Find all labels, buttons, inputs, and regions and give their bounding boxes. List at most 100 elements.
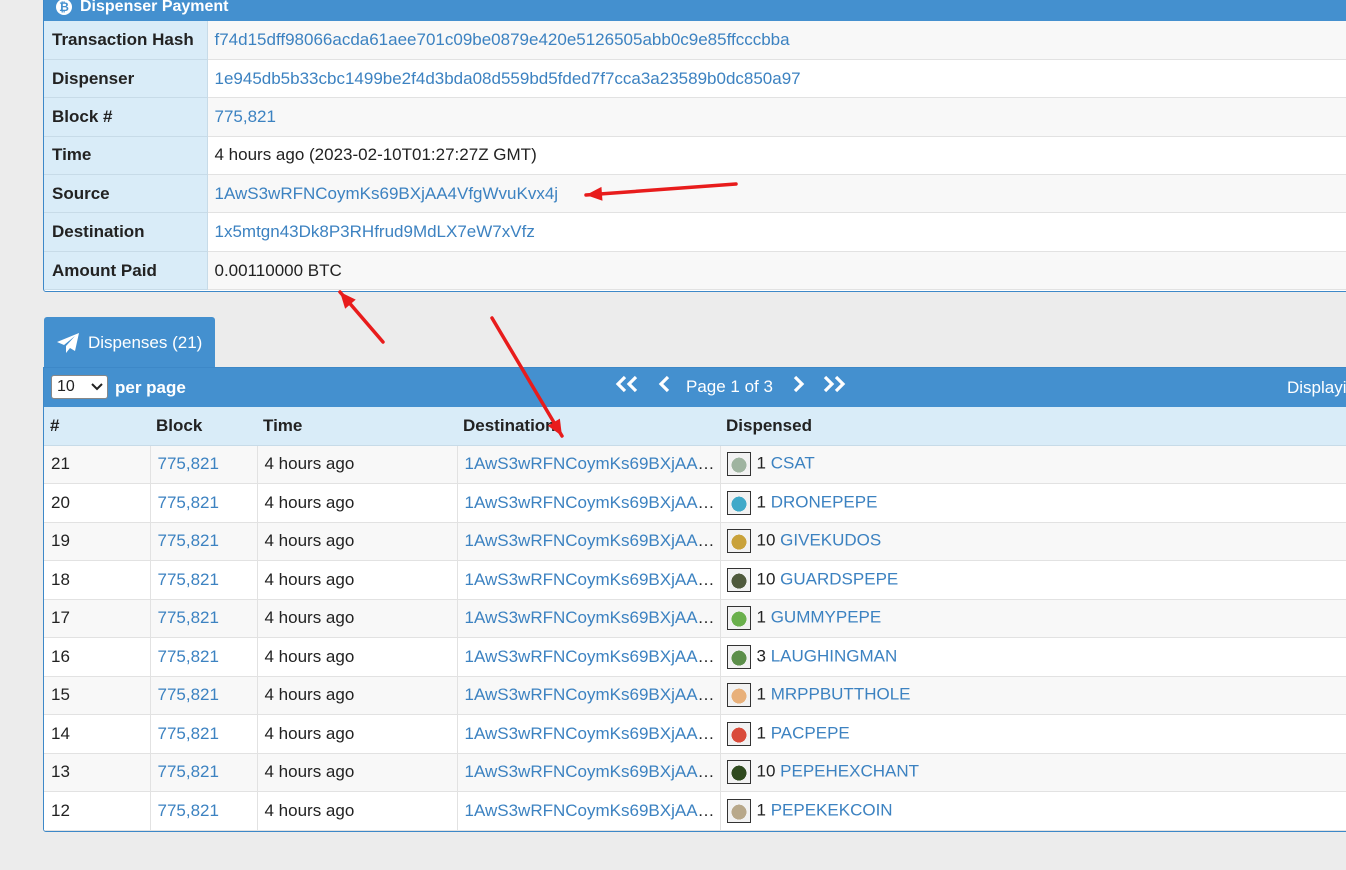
asset-image-icon[interactable] — [726, 798, 751, 823]
row-number: 14 — [51, 723, 70, 743]
dispensed-cell: 1 PACPEPE — [720, 714, 1346, 754]
next-page-button[interactable] — [793, 375, 805, 399]
asset-link[interactable]: GIVEKUDOS — [780, 531, 881, 550]
destination-link-cell: 1AwS3wRFNCoymKs69BXjAA4VfgWvuKvx4j — [457, 753, 721, 792]
block-link[interactable]: 775,821 — [158, 724, 219, 743]
row-time-cell: 4 hours ago — [257, 676, 458, 715]
asset-link[interactable]: GUARDSPEPE — [780, 569, 898, 588]
detail-value-link[interactable]: 1x5mtgn43Dk8P3RHfrud9MdLX7eW7xVfz — [215, 222, 535, 241]
tab-dispenses[interactable]: Dispenses (21) — [44, 317, 215, 368]
destination-link[interactable]: 1AwS3wRFNCoymKs69BXjAA4VfgWvuKvx4j — [465, 801, 720, 820]
asset-link[interactable]: PEPEKEKCOIN — [771, 800, 893, 819]
detail-row: Transaction Hash f74d15dff98066acda61aee7… — [44, 21, 1346, 60]
destination-link-cell: 1AwS3wRFNCoymKs69BXjAA4VfgWvuKvx4j — [457, 522, 721, 561]
row-time-cell: 4 hours ago — [257, 522, 458, 561]
col-header-destination[interactable]: Destination — [457, 407, 720, 446]
block-link[interactable]: 775,821 — [158, 531, 219, 550]
dispensed-cell: 1 PEPEKEKCOIN — [720, 791, 1346, 831]
row-number: 16 — [51, 646, 70, 666]
destination-link[interactable]: 1AwS3wRFNCoymKs69BXjAA4VfgWvuKvx4j — [465, 724, 720, 743]
destination-link[interactable]: 1AwS3wRFNCoymKs69BXjAA4VfgWvuKvx4j — [465, 762, 720, 781]
block-link-cell: 775,821 — [150, 791, 258, 831]
destination-link[interactable]: 1AwS3wRFNCoymKs69BXjAA4VfgWvuKvx4j — [465, 531, 720, 550]
detail-label: Transaction Hash — [44, 21, 208, 60]
col-header-dispensed[interactable]: Dispensed — [720, 407, 1346, 446]
dispensed-qty: 10 — [756, 761, 776, 781]
block-link-cell: 775,821 — [150, 522, 258, 561]
asset-link[interactable]: DRONEPEPE — [771, 492, 878, 511]
dispenses-table: # Block Time Destination Dispensed 21 775… — [44, 407, 1346, 831]
block-link[interactable]: 775,821 — [158, 801, 219, 820]
asset-image-icon[interactable] — [726, 529, 751, 554]
asset-link[interactable]: PACPEPE — [771, 723, 850, 742]
last-page-button[interactable] — [821, 375, 847, 399]
block-link-cell: 775,821 — [150, 560, 258, 600]
asset-image-icon[interactable] — [726, 683, 751, 708]
detail-label: Source — [44, 174, 208, 214]
detail-label: Block # — [44, 97, 208, 137]
destination-link[interactable]: 1AwS3wRFNCoymKs69BXjAA4VfgWvuKvx4j — [465, 570, 720, 589]
table-row: 17 775,821 4 hours ago 1AwS3wRFNCoymKs69BXj… — [44, 599, 1346, 638]
asset-image-icon[interactable] — [726, 644, 751, 669]
block-link-cell: 775,821 — [150, 753, 258, 792]
block-link[interactable]: 775,821 — [158, 685, 219, 704]
block-link[interactable]: 775,821 — [158, 608, 219, 627]
destination-link-cell: 1AwS3wRFNCoymKs69BXjAA4VfgWvuKvx4j — [457, 445, 721, 484]
prev-page-button[interactable] — [658, 375, 670, 399]
destination-link[interactable]: 1AwS3wRFNCoymKs69BXjAA4VfgWvuKvx4j — [465, 685, 720, 704]
detail-value-link[interactable]: 1AwS3wRFNCoymKs69BXjAA4VfgWvuKvx4j — [215, 184, 559, 203]
destination-link[interactable]: 1AwS3wRFNCoymKs69BXjAA4VfgWvuKvx4j — [465, 608, 720, 627]
detail-value-link[interactable]: 1e945db5b33cbc1499be2f4d3bda08d559bd5fde… — [215, 69, 801, 88]
row-number-cell: 20 — [44, 483, 151, 523]
detail-row: Dispenser 1e945db5b33cbc1499be2f4d3bda08d… — [44, 59, 1346, 99]
row-number-cell: 12 — [44, 791, 151, 831]
dispensed-qty: 1 — [756, 800, 766, 820]
asset-image-icon[interactable] — [726, 490, 751, 515]
asset-image-icon[interactable] — [726, 721, 751, 746]
col-header-time[interactable]: Time — [257, 407, 457, 446]
asset-link[interactable]: CSAT — [771, 454, 815, 473]
block-link-cell: 775,821 — [150, 483, 258, 523]
table-row: 18 775,821 4 hours ago 1AwS3wRFNCoymKs69BXj… — [44, 560, 1346, 600]
detail-value-cell: 0.00110000 BTC — [207, 251, 1346, 291]
detail-value-link[interactable]: f74d15dff98066acda61aee701c09be0879e420e… — [215, 30, 790, 49]
asset-image-icon[interactable] — [726, 452, 751, 477]
detail-value-cell: 775,821 — [207, 97, 1346, 137]
first-page-button[interactable] — [614, 375, 640, 399]
asset-image-icon[interactable] — [726, 760, 751, 785]
block-link[interactable]: 775,821 — [158, 493, 219, 512]
col-header-num[interactable]: # — [44, 407, 150, 446]
block-link-cell: 775,821 — [150, 637, 258, 677]
destination-link[interactable]: 1AwS3wRFNCoymKs69BXjAA4VfgWvuKvx4j — [465, 647, 720, 666]
block-link[interactable]: 775,821 — [158, 762, 219, 781]
row-time: 4 hours ago — [264, 492, 355, 512]
table-row: 16 775,821 4 hours ago 1AwS3wRFNCoymKs69BXj… — [44, 637, 1346, 677]
block-link[interactable]: 775,821 — [158, 454, 219, 473]
dispensed-qty: 1 — [756, 723, 766, 743]
row-time-cell: 4 hours ago — [257, 714, 458, 754]
row-time-cell: 4 hours ago — [257, 599, 458, 638]
row-number-cell: 21 — [44, 445, 151, 484]
destination-link[interactable]: 1AwS3wRFNCoymKs69BXjAA4VfgWvuKvx4j — [465, 493, 720, 512]
asset-link[interactable]: PEPEHEXCHANT — [780, 762, 919, 781]
per-page-select[interactable]: 10 — [51, 375, 108, 399]
detail-value-link[interactable]: 775,821 — [215, 107, 276, 126]
pagination: Page 1 of 3 — [614, 375, 847, 399]
panel-header: ₿ Dispenser Payment — [44, 0, 1346, 21]
asset-link[interactable]: LAUGHINGMAN — [771, 646, 898, 665]
detail-label: Time — [44, 136, 208, 176]
row-time-cell: 4 hours ago — [257, 445, 458, 484]
row-time: 4 hours ago — [264, 608, 355, 628]
col-header-block[interactable]: Block — [150, 407, 257, 446]
destination-link[interactable]: 1AwS3wRFNCoymKs69BXjAA4VfgWvuKvx4j — [465, 454, 720, 473]
asset-link[interactable]: GUMMYPEPE — [771, 608, 882, 627]
detail-label: Destination — [44, 212, 208, 252]
row-time: 4 hours ago — [264, 723, 355, 743]
asset-image-icon[interactable] — [726, 567, 751, 592]
block-link[interactable]: 775,821 — [158, 570, 219, 589]
dispensed-qty: 1 — [756, 684, 766, 704]
asset-image-icon[interactable] — [726, 606, 751, 631]
block-link[interactable]: 775,821 — [158, 647, 219, 666]
asset-link[interactable]: MRPPBUTTHOLE — [771, 685, 911, 704]
dispensed-cell: 10 GIVEKUDOS — [720, 522, 1346, 561]
